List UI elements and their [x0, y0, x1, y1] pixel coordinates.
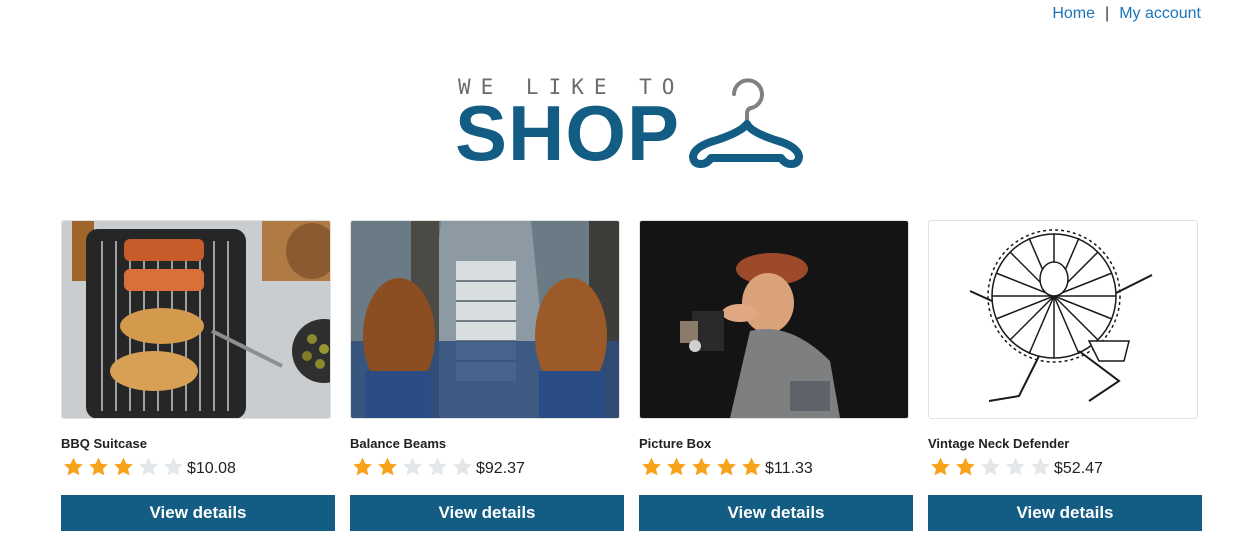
star-filled-icon	[717, 457, 736, 476]
nav-separator: |	[1105, 5, 1110, 22]
hanger-icon	[689, 78, 803, 168]
star-rating	[61, 456, 186, 478]
view-details-button[interactable]: View details	[61, 495, 335, 531]
star-empty-icon	[164, 457, 183, 476]
product-rating: $10.08	[61, 456, 236, 478]
view-details-button[interactable]: View details	[639, 495, 913, 531]
star-filled-icon	[642, 457, 661, 476]
star-empty-icon	[981, 457, 1000, 476]
product-rating: $52.47	[928, 456, 1103, 478]
product-rating: $92.37	[350, 456, 525, 478]
product-price: $10.08	[187, 460, 236, 477]
star-filled-icon	[956, 457, 975, 476]
star-empty-icon	[403, 457, 422, 476]
balance-beams-image	[351, 221, 619, 418]
product-image[interactable]	[350, 220, 620, 419]
product-price: $52.47	[1054, 460, 1103, 477]
product-name[interactable]: Balance Beams	[350, 436, 446, 451]
star-filled-icon	[378, 457, 397, 476]
product-image[interactable]	[928, 220, 1198, 419]
star-filled-icon	[89, 457, 108, 476]
product-price: $11.33	[765, 460, 813, 477]
product-name[interactable]: Vintage Neck Defender	[928, 436, 1069, 451]
product-name[interactable]: Picture Box	[639, 436, 711, 451]
star-empty-icon	[453, 457, 472, 476]
star-empty-icon	[428, 457, 447, 476]
star-empty-icon	[139, 457, 158, 476]
view-details-button[interactable]: View details	[350, 495, 624, 531]
bbq-image	[62, 221, 330, 418]
logo-wordmark: SHOP	[455, 89, 681, 177]
star-filled-icon	[114, 457, 133, 476]
product-rating: $11.33	[639, 456, 813, 478]
star-filled-icon	[692, 457, 711, 476]
star-empty-icon	[1031, 457, 1050, 476]
product-name[interactable]: BBQ Suitcase	[61, 436, 147, 451]
home-link[interactable]: Home	[1052, 5, 1095, 22]
site-logo[interactable]: WE LIKE TO SHOP	[455, 72, 815, 172]
star-filled-icon	[667, 457, 686, 476]
star-rating	[350, 456, 475, 478]
product-price: $92.37	[476, 460, 525, 477]
star-filled-icon	[742, 457, 761, 476]
star-rating	[639, 456, 764, 478]
picture-box-image	[640, 221, 908, 418]
vintage-neck-defender-image	[929, 221, 1197, 418]
top-nav: Home | My account	[1052, 5, 1201, 23]
star-rating	[928, 456, 1053, 478]
star-filled-icon	[931, 457, 950, 476]
product-image[interactable]	[639, 220, 909, 419]
star-filled-icon	[64, 457, 83, 476]
star-empty-icon	[1006, 457, 1025, 476]
product-image[interactable]	[61, 220, 331, 419]
star-filled-icon	[353, 457, 372, 476]
view-details-button[interactable]: View details	[928, 495, 1202, 531]
my-account-link[interactable]: My account	[1119, 5, 1201, 22]
